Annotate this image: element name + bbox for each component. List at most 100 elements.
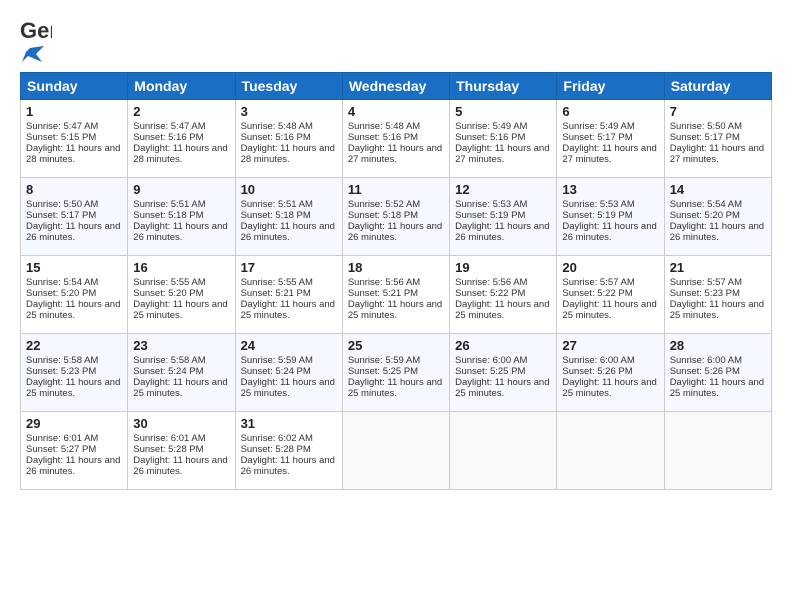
sunset-text: Sunset: 5:17 PM — [670, 132, 740, 143]
day-number: 22 — [26, 338, 122, 353]
sunset-text: Sunset: 5:17 PM — [562, 132, 632, 143]
daylight-text: Daylight: 11 hours and 26 minutes. — [26, 455, 120, 477]
week-row-4: 22 Sunrise: 5:58 AM Sunset: 5:23 PM Dayl… — [21, 334, 772, 412]
sunrise-text: Sunrise: 5:55 AM — [241, 277, 313, 288]
sunset-text: Sunset: 5:24 PM — [241, 366, 311, 377]
day-number: 25 — [348, 338, 444, 353]
sunrise-text: Sunrise: 5:53 AM — [562, 199, 634, 210]
day-number: 16 — [133, 260, 229, 275]
table-cell: 23 Sunrise: 5:58 AM Sunset: 5:24 PM Dayl… — [128, 334, 235, 412]
daylight-text: Daylight: 11 hours and 25 minutes. — [241, 299, 335, 321]
table-cell: 4 Sunrise: 5:48 AM Sunset: 5:16 PM Dayli… — [342, 100, 449, 178]
daylight-text: Daylight: 11 hours and 25 minutes. — [455, 377, 549, 399]
sunrise-text: Sunrise: 5:59 AM — [241, 355, 313, 366]
sunset-text: Sunset: 5:24 PM — [133, 366, 203, 377]
daylight-text: Daylight: 11 hours and 26 minutes. — [670, 221, 764, 243]
daylight-text: Daylight: 11 hours and 26 minutes. — [241, 455, 335, 477]
sunset-text: Sunset: 5:19 PM — [562, 210, 632, 221]
day-number: 27 — [562, 338, 658, 353]
sunset-text: Sunset: 5:16 PM — [133, 132, 203, 143]
table-cell: 1 Sunrise: 5:47 AM Sunset: 5:15 PM Dayli… — [21, 100, 128, 178]
sunset-text: Sunset: 5:19 PM — [455, 210, 525, 221]
sunrise-text: Sunrise: 6:00 AM — [455, 355, 527, 366]
table-cell: 19 Sunrise: 5:56 AM Sunset: 5:22 PM Dayl… — [450, 256, 557, 334]
daylight-text: Daylight: 11 hours and 26 minutes. — [241, 221, 335, 243]
daylight-text: Daylight: 11 hours and 25 minutes. — [562, 377, 656, 399]
sunset-text: Sunset: 5:18 PM — [348, 210, 418, 221]
sunrise-text: Sunrise: 5:56 AM — [348, 277, 420, 288]
day-number: 31 — [241, 416, 337, 431]
daylight-text: Daylight: 11 hours and 25 minutes. — [241, 377, 335, 399]
svg-text:General: General — [20, 18, 52, 43]
sunrise-text: Sunrise: 5:57 AM — [670, 277, 742, 288]
day-number: 21 — [670, 260, 766, 275]
day-number: 14 — [670, 182, 766, 197]
day-number: 9 — [133, 182, 229, 197]
sunrise-text: Sunrise: 5:59 AM — [348, 355, 420, 366]
sunrise-text: Sunrise: 5:47 AM — [26, 121, 98, 132]
daylight-text: Daylight: 11 hours and 26 minutes. — [455, 221, 549, 243]
header-saturday: Saturday — [664, 73, 771, 100]
table-cell: 12 Sunrise: 5:53 AM Sunset: 5:19 PM Dayl… — [450, 178, 557, 256]
sunrise-text: Sunrise: 5:55 AM — [133, 277, 205, 288]
week-row-1: 1 Sunrise: 5:47 AM Sunset: 5:15 PM Dayli… — [21, 100, 772, 178]
daylight-text: Daylight: 11 hours and 25 minutes. — [133, 299, 227, 321]
day-number: 6 — [562, 104, 658, 119]
day-number: 23 — [133, 338, 229, 353]
sunset-text: Sunset: 5:17 PM — [26, 210, 96, 221]
week-row-5: 29 Sunrise: 6:01 AM Sunset: 5:27 PM Dayl… — [21, 412, 772, 490]
logo-bird-icon — [22, 44, 44, 66]
sunrise-text: Sunrise: 5:52 AM — [348, 199, 420, 210]
sunset-text: Sunset: 5:25 PM — [348, 366, 418, 377]
sunset-text: Sunset: 5:28 PM — [241, 444, 311, 455]
sunrise-text: Sunrise: 5:48 AM — [348, 121, 420, 132]
sunset-text: Sunset: 5:20 PM — [133, 288, 203, 299]
day-number: 5 — [455, 104, 551, 119]
table-cell: 7 Sunrise: 5:50 AM Sunset: 5:17 PM Dayli… — [664, 100, 771, 178]
daylight-text: Daylight: 11 hours and 25 minutes. — [670, 299, 764, 321]
daylight-text: Daylight: 11 hours and 27 minutes. — [670, 143, 764, 165]
table-cell: 24 Sunrise: 5:59 AM Sunset: 5:24 PM Dayl… — [235, 334, 342, 412]
sunrise-text: Sunrise: 6:02 AM — [241, 433, 313, 444]
table-cell: 26 Sunrise: 6:00 AM Sunset: 5:25 PM Dayl… — [450, 334, 557, 412]
sunrise-text: Sunrise: 5:50 AM — [26, 199, 98, 210]
table-cell: 9 Sunrise: 5:51 AM Sunset: 5:18 PM Dayli… — [128, 178, 235, 256]
page: General SundayMondayTuesdayWednesdayThur… — [0, 0, 792, 612]
sunset-text: Sunset: 5:21 PM — [348, 288, 418, 299]
sunset-text: Sunset: 5:15 PM — [26, 132, 96, 143]
daylight-text: Daylight: 11 hours and 25 minutes. — [562, 299, 656, 321]
sunset-text: Sunset: 5:21 PM — [241, 288, 311, 299]
day-number: 1 — [26, 104, 122, 119]
table-cell: 5 Sunrise: 5:49 AM Sunset: 5:16 PM Dayli… — [450, 100, 557, 178]
day-number: 8 — [26, 182, 122, 197]
sunset-text: Sunset: 5:22 PM — [455, 288, 525, 299]
sunset-text: Sunset: 5:22 PM — [562, 288, 632, 299]
sunset-text: Sunset: 5:18 PM — [133, 210, 203, 221]
sunrise-text: Sunrise: 6:00 AM — [670, 355, 742, 366]
daylight-text: Daylight: 11 hours and 26 minutes. — [26, 221, 120, 243]
daylight-text: Daylight: 11 hours and 28 minutes. — [133, 143, 227, 165]
table-cell: 6 Sunrise: 5:49 AM Sunset: 5:17 PM Dayli… — [557, 100, 664, 178]
table-cell — [664, 412, 771, 490]
sunset-text: Sunset: 5:16 PM — [348, 132, 418, 143]
table-cell: 3 Sunrise: 5:48 AM Sunset: 5:16 PM Dayli… — [235, 100, 342, 178]
daylight-text: Daylight: 11 hours and 27 minutes. — [455, 143, 549, 165]
table-cell: 29 Sunrise: 6:01 AM Sunset: 5:27 PM Dayl… — [21, 412, 128, 490]
sunset-text: Sunset: 5:18 PM — [241, 210, 311, 221]
sunrise-text: Sunrise: 5:48 AM — [241, 121, 313, 132]
table-cell: 22 Sunrise: 5:58 AM Sunset: 5:23 PM Dayl… — [21, 334, 128, 412]
day-number: 4 — [348, 104, 444, 119]
sunset-text: Sunset: 5:26 PM — [670, 366, 740, 377]
sunrise-text: Sunrise: 5:51 AM — [133, 199, 205, 210]
sunset-text: Sunset: 5:23 PM — [670, 288, 740, 299]
table-cell: 15 Sunrise: 5:54 AM Sunset: 5:20 PM Dayl… — [21, 256, 128, 334]
daylight-text: Daylight: 11 hours and 25 minutes. — [348, 299, 442, 321]
sunset-text: Sunset: 5:20 PM — [26, 288, 96, 299]
day-number: 15 — [26, 260, 122, 275]
table-cell: 13 Sunrise: 5:53 AM Sunset: 5:19 PM Dayl… — [557, 178, 664, 256]
sunset-text: Sunset: 5:25 PM — [455, 366, 525, 377]
daylight-text: Daylight: 11 hours and 25 minutes. — [455, 299, 549, 321]
table-cell: 10 Sunrise: 5:51 AM Sunset: 5:18 PM Dayl… — [235, 178, 342, 256]
table-cell: 16 Sunrise: 5:55 AM Sunset: 5:20 PM Dayl… — [128, 256, 235, 334]
day-number: 28 — [670, 338, 766, 353]
